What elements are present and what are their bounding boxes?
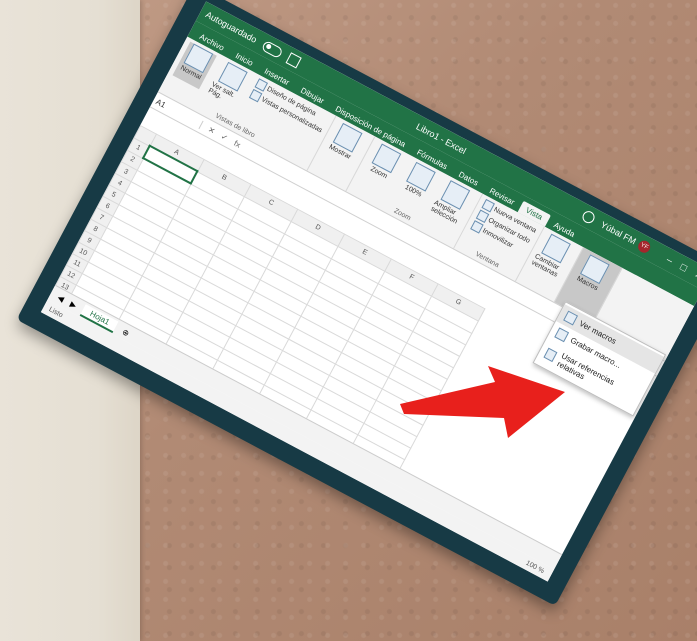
next-sheet-icon[interactable]: ▶ [69, 299, 79, 310]
confirm-icon[interactable]: ✓ [220, 131, 230, 142]
avatar[interactable]: YF [636, 238, 653, 255]
maximize-icon[interactable]: □ [678, 261, 689, 274]
record-macro-icon [554, 327, 570, 343]
view-macros-icon [563, 310, 579, 326]
arrow-shape [400, 366, 565, 438]
relative-refs-icon [543, 347, 559, 362]
autosave-toggle[interactable] [260, 39, 284, 59]
normal-view-button[interactable]: Normal [172, 41, 217, 90]
red-arrow-icon [400, 366, 565, 438]
fx-icon[interactable]: fx [233, 138, 243, 149]
save-icon[interactable] [285, 52, 302, 69]
zoom-selection-button[interactable]: Ampliar selección [429, 178, 473, 226]
minimize-icon[interactable]: – [665, 254, 675, 266]
zoom-100-button[interactable]: 100% [395, 160, 439, 208]
status-text: Listo [47, 305, 65, 319]
close-icon[interactable]: ✕ [692, 269, 697, 283]
cancel-icon[interactable]: ✕ [207, 124, 217, 135]
search-icon[interactable] [580, 209, 598, 226]
add-sheet-icon[interactable]: ⊕ [121, 327, 131, 338]
page-break-button[interactable]: Ver salt. Pág. [207, 60, 251, 108]
prev-sheet-icon[interactable]: ◀ [56, 292, 66, 303]
